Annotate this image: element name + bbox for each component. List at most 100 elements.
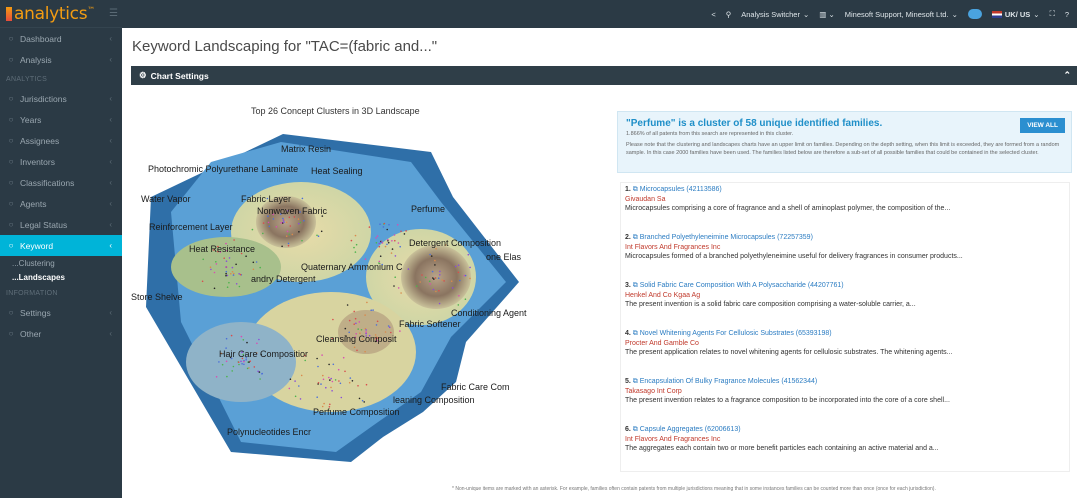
sidebar-item-assignees[interactable]: ○ Assignees ‹ [0,130,122,151]
document-point [323,402,325,405]
document-point [457,304,460,306]
sidebar-item-keyword[interactable]: ○ Keyword ‹ [0,235,122,256]
document-point [469,266,471,269]
document-point [354,234,357,237]
document-point [379,223,381,225]
document-point [432,288,435,291]
org-switcher[interactable]: Minesoft Support, Minesoft Ltd. ⌄ [845,10,958,19]
search-icon[interactable]: ⚲ [726,10,732,19]
document-point [282,221,285,223]
document-point [346,304,349,306]
document-point [353,246,355,249]
cluster-label[interactable]: Photochromic Polyurethane Laminate [148,164,298,174]
cluster-info-note: Please note that the clustering and land… [626,142,1060,156]
cluster-label[interactable]: Store Shelve [131,292,183,302]
document-point [354,317,357,320]
cluster-label[interactable]: Fabric Care Com [441,382,510,392]
sidebar-item-classifications[interactable]: ○ Classifications ‹ [0,172,122,193]
cluster-label[interactable]: Polynucleotides Encr [227,427,311,437]
result-title[interactable]: 3. ⧉ Solid Fabric Care Composition With … [625,282,1065,290]
document-point [221,363,224,366]
result-title[interactable]: 4. ⧉ Novel Whitening Agents For Cellulos… [625,330,1065,338]
document-point [202,258,204,261]
document-point [364,314,366,316]
landscape-chart[interactable]: Top 26 Concept Clusters in 3D Landscape [131,92,571,472]
sidebar-item-settings[interactable]: ○ Settings ‹ [0,302,122,323]
cluster-info-panel: "Perfume" is a cluster of 58 unique iden… [617,111,1072,173]
document-point [383,222,386,225]
cluster-label[interactable]: Reinforcement Layer [149,222,233,232]
cluster-label[interactable]: Heat Sealing [311,166,363,176]
document-point [450,280,453,282]
collapse-caret-icon[interactable]: ⌃ [1063,70,1071,81]
cluster-label[interactable]: Conditioning Agent [451,308,527,318]
cluster-label[interactable]: Perfume [411,204,445,214]
sidebar-item-other[interactable]: ○ Other ‹ [0,323,122,344]
cluster-label[interactable]: Hair Care Compositior [219,349,308,359]
sidebar-item-analysis[interactable]: ○ Analysis ‹ [0,49,122,70]
document-point [230,334,233,337]
document-point [407,268,410,270]
document-point [253,366,256,368]
cluster-label[interactable]: Nonwoven Fabric [257,206,327,216]
locale-switcher[interactable]: UK/ US ⌄ [991,10,1040,19]
cluster-label[interactable]: Matrix Resin [281,144,331,154]
cloud-icon[interactable] [967,9,982,19]
document-point [394,276,397,278]
cluster-label[interactable]: Perfume Composition [313,407,400,417]
sidebar-subitem[interactable]: ...Clustering [0,256,122,270]
help-icon[interactable]: ? [1065,10,1069,19]
sidebar-item-jurisdictions[interactable]: ○ Jurisdictions ‹ [0,88,122,109]
sidebar-item-years[interactable]: ○ Years ‹ [0,109,122,130]
cluster-label[interactable]: Cleansing Composit [316,334,397,344]
document-point [245,359,247,361]
document-point [325,386,327,389]
chevron-icon: ‹ [109,115,112,124]
document-point [225,337,228,340]
document-point [320,230,323,233]
chevron-icon: ‹ [109,199,112,208]
document-point [378,242,381,245]
chart-settings-bar[interactable]: ⚙ Chart Settings ⌃ [131,66,1077,85]
sidebar-item-dashboard[interactable]: ○ Dashboard ‹ [0,28,122,49]
sidebar-item-inventors[interactable]: ○ Inventors ‹ [0,151,122,172]
dashboard-icon: ○ [8,34,14,43]
chevron-icon: ‹ [109,329,112,338]
cluster-label[interactable]: Fabric Softener [399,319,461,329]
document-point [375,237,377,239]
menu-toggle-icon[interactable]: ☰ [109,8,118,19]
cluster-label[interactable]: Water Vapor [141,194,191,204]
document-point [393,234,396,236]
sidebar-subitem[interactable]: ...Landscapes [0,270,122,284]
tag-icon: ○ [8,178,14,187]
cluster-label[interactable]: one Elas [486,252,521,262]
analysis-switcher[interactable]: Analysis Switcher ⌄ [741,10,809,19]
result-title[interactable]: 5. ⧉ Encapsulation Of Bulky Fragrance Mo… [625,378,1065,386]
document-point [429,253,431,256]
view-all-button[interactable]: VIEW ALL [1020,118,1065,133]
result-title[interactable]: 1. ⧉ Microcapsules (42113586) [625,186,1065,194]
sidebar-item-agents[interactable]: ○ Agents ‹ [0,193,122,214]
document-point [240,360,242,363]
result-title[interactable]: 2. ⧉ Branched Polyethyleneimine Microcap… [625,234,1065,242]
document-point [379,255,382,257]
expand-icon[interactable]: ⛶ [1050,9,1055,19]
document-point [213,287,216,290]
document-point [255,261,258,263]
sidebar-item-label: Jurisdictions [20,93,67,104]
cluster-label[interactable]: Heat Resistance [189,244,255,254]
cluster-label[interactable]: Detergent Composition [409,238,501,248]
result-title[interactable]: 6. ⧉ Capsule Aggregates (62006613) [625,426,1065,434]
app-logo[interactable]: analytics™ [14,4,95,24]
cluster-label[interactable]: leaning Composition [393,395,475,405]
document-point [363,401,365,403]
cluster-label[interactable]: Quaternary Ammonium C [301,262,403,272]
chart-menu-icon[interactable]: ▥ ⌄ [819,10,834,19]
document-point [256,342,258,345]
cluster-label[interactable]: Fabric Layer [241,194,291,204]
share-icon[interactable]: < [711,10,715,19]
cluster-label[interactable]: andry Detergent [251,274,316,284]
document-point [317,235,320,237]
document-point [304,359,306,362]
sidebar-item-legal-status[interactable]: ○ Legal Status ‹ [0,214,122,235]
